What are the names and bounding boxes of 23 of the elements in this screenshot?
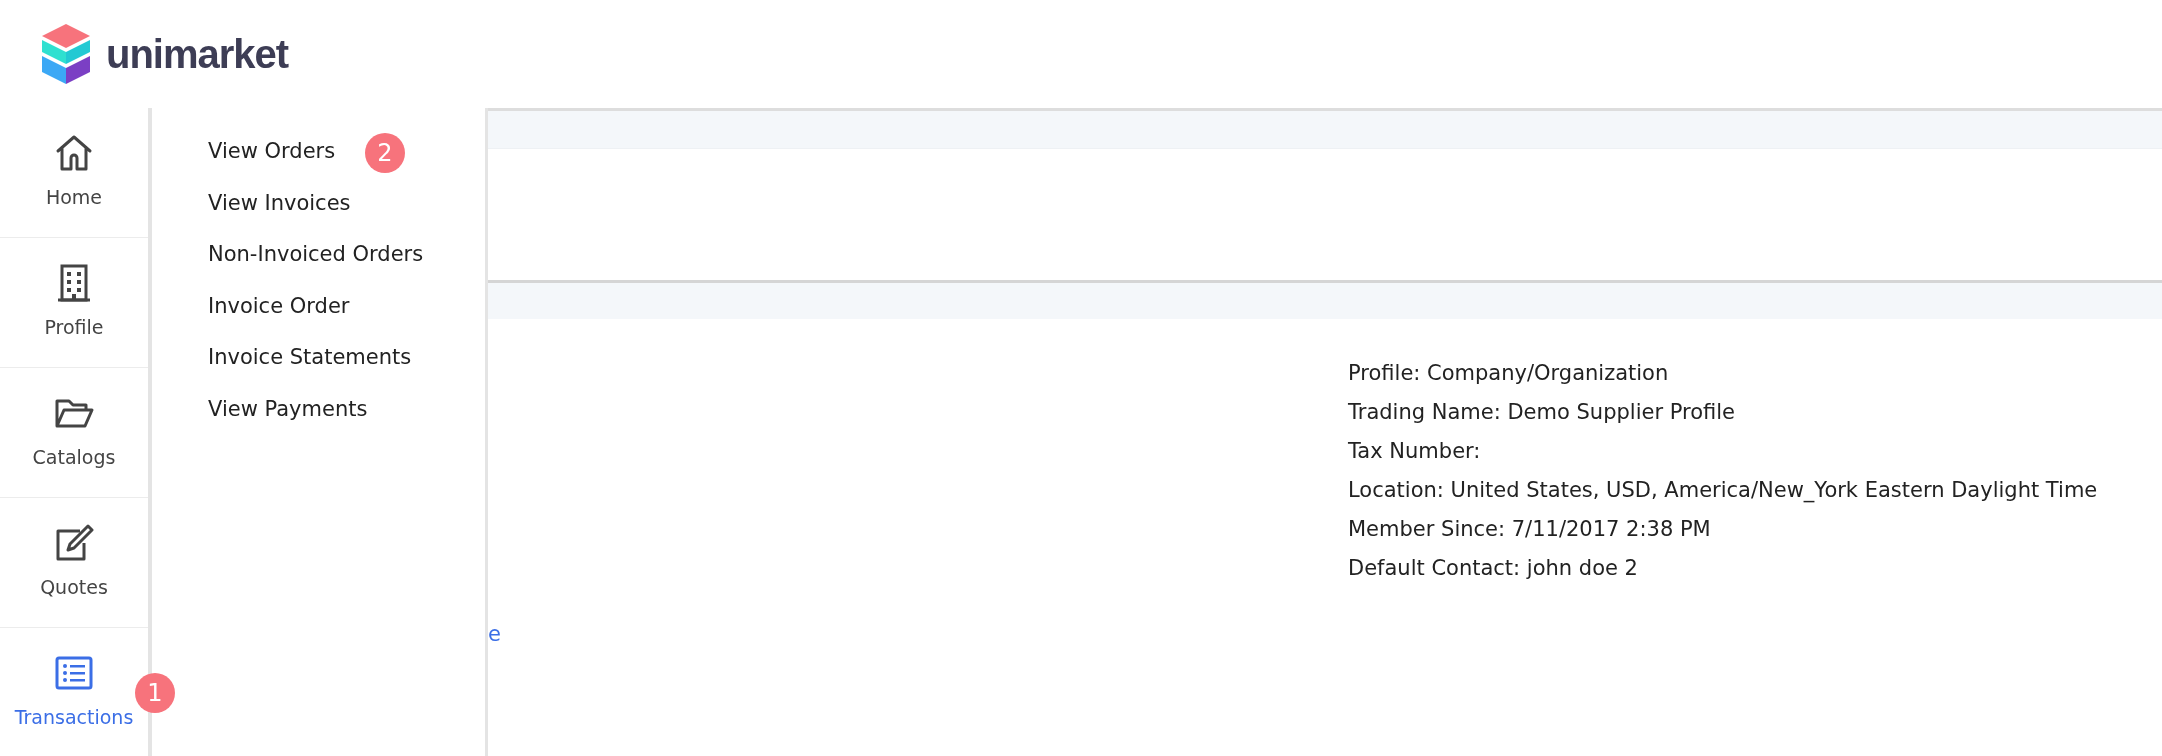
link[interactable]: e bbox=[488, 622, 501, 646]
sidebar-item[interactable]: Catalogs bbox=[0, 368, 148, 498]
logo-text: unimarket bbox=[106, 31, 289, 78]
detail-text: Default Contact: john doe 2 bbox=[1348, 555, 1639, 582]
detail-text: Member Since: 7/11/2017 2:38 PM bbox=[1348, 516, 1712, 543]
detail-text: Trading Name: Demo Supplier Profile bbox=[1348, 399, 1736, 426]
menu-item[interactable]: View Payments bbox=[152, 383, 368, 435]
step-badge: 1 bbox=[135, 673, 175, 713]
menu-item[interactable]: Invoice Order bbox=[152, 280, 350, 332]
step-badge: 2 bbox=[365, 133, 405, 173]
detail-text: Location: United States, USD, America/New_York Eastern Daylight Time bbox=[1348, 477, 2098, 505]
detail-text: Tax Number: bbox=[1348, 438, 1482, 465]
pencil-square-icon bbox=[54, 523, 94, 564]
menu-item[interactable]: Non-Invoiced Orders bbox=[152, 229, 424, 281]
house-icon bbox=[54, 133, 94, 174]
sidebar-item[interactable]: Quotes bbox=[0, 498, 148, 628]
detail-text: Profile: Company/Organization bbox=[1348, 360, 1670, 387]
menu-item[interactable]: View Orders bbox=[152, 126, 336, 178]
menu-item[interactable]: Invoice Statements bbox=[152, 332, 412, 384]
menu-item[interactable]: View Invoices bbox=[152, 177, 351, 229]
sidebar-item[interactable]: Profile bbox=[0, 238, 148, 368]
sidebar-item[interactable]: Home bbox=[0, 108, 148, 238]
logo-icon bbox=[40, 22, 92, 86]
